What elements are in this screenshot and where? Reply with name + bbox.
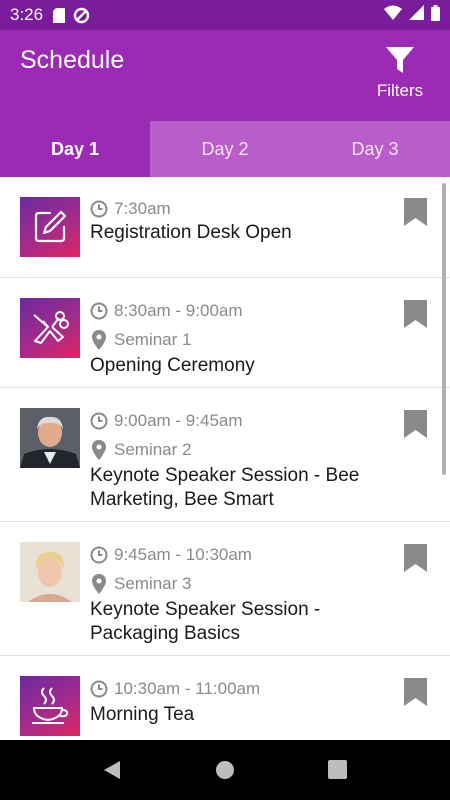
clock-icon bbox=[90, 546, 108, 563]
bookmark-icon[interactable] bbox=[404, 410, 427, 443]
event-title: Registration Desk Open bbox=[90, 222, 292, 243]
back-icon[interactable] bbox=[102, 760, 122, 785]
clock-icon bbox=[90, 302, 108, 319]
list-item[interactable]: 8:30am - 9:00am Seminar 1 Opening Ceremo… bbox=[0, 278, 450, 388]
event-title: Keynote Speaker Session - Packaging Basi… bbox=[90, 599, 321, 644]
tab-day-3[interactable]: Day 3 bbox=[300, 121, 450, 177]
event-title: Morning Tea bbox=[90, 704, 195, 725]
event-time: 7:30am bbox=[90, 196, 400, 221]
edit-icon bbox=[20, 197, 80, 257]
speaker-photo-woman bbox=[20, 542, 80, 602]
list-item[interactable]: 7:30am Registration Desk Open bbox=[0, 177, 450, 278]
system-nav-bar bbox=[0, 740, 450, 800]
ribbon-scissors-icon bbox=[20, 298, 80, 358]
page-title: Schedule bbox=[20, 46, 125, 74]
event-location: Seminar 1 bbox=[90, 327, 400, 352]
event-time: 9:00am - 9:45am bbox=[90, 408, 400, 433]
list-item[interactable]: 9:45am - 10:30am Seminar 3 Keynote Speak… bbox=[0, 522, 450, 656]
speaker-photo-man bbox=[20, 408, 80, 468]
wifi-icon bbox=[384, 5, 402, 25]
bookmark-icon[interactable] bbox=[404, 678, 427, 711]
tab-day-1[interactable]: Day 1 bbox=[0, 121, 150, 177]
sd-card-icon bbox=[53, 7, 66, 23]
event-time: 10:30am - 11:00am bbox=[90, 676, 400, 701]
status-bar: 3:26 bbox=[0, 0, 450, 30]
schedule-list[interactable]: 7:30am Registration Desk Open 8:30am - 9… bbox=[0, 177, 450, 740]
list-item[interactable]: 10:30am - 11:00am Morning Tea bbox=[0, 656, 450, 740]
data-saver-icon bbox=[73, 7, 90, 24]
home-icon[interactable] bbox=[215, 760, 235, 785]
scrollbar[interactable] bbox=[442, 183, 446, 475]
bookmark-icon[interactable] bbox=[404, 198, 427, 231]
app-bar: Schedule Filters bbox=[0, 30, 450, 121]
clock-icon bbox=[90, 680, 108, 697]
event-title: Opening Ceremony bbox=[90, 355, 255, 376]
status-time: 3:26 bbox=[10, 5, 44, 24]
day-tabs: Day 1 Day 2 Day 3 bbox=[0, 121, 450, 177]
bookmark-icon[interactable] bbox=[404, 300, 427, 333]
clock-icon bbox=[90, 412, 108, 429]
coffee-cup-icon bbox=[20, 676, 80, 736]
tab-day-2[interactable]: Day 2 bbox=[150, 121, 300, 177]
recents-icon[interactable] bbox=[328, 760, 347, 784]
list-item[interactable]: 9:00am - 9:45am Seminar 2 Keynote Speake… bbox=[0, 388, 450, 522]
location-pin-icon bbox=[92, 439, 106, 460]
event-time: 9:45am - 10:30am bbox=[90, 542, 400, 567]
event-location: Seminar 2 bbox=[90, 437, 400, 462]
clock-icon bbox=[90, 200, 108, 217]
location-pin-icon bbox=[92, 573, 106, 594]
filters-button[interactable]: Filters bbox=[370, 46, 430, 101]
bookmark-icon[interactable] bbox=[404, 544, 427, 577]
event-title: Keynote Speaker Session - Bee Marketing,… bbox=[90, 465, 360, 510]
filter-icon bbox=[385, 47, 415, 78]
signal-icon bbox=[409, 5, 424, 25]
filters-label: Filters bbox=[376, 81, 424, 100]
event-location: Seminar 3 bbox=[90, 571, 400, 596]
battery-icon bbox=[431, 4, 440, 26]
event-time: 8:30am - 9:00am bbox=[90, 298, 400, 323]
location-pin-icon bbox=[92, 329, 106, 350]
